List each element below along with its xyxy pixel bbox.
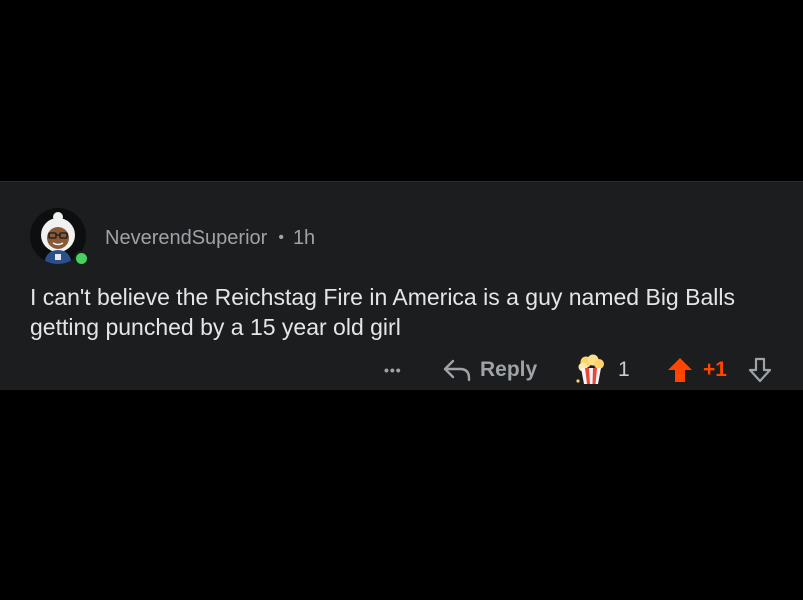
comment-age: 1h xyxy=(292,226,316,249)
username[interactable]: NeverendSuperior xyxy=(105,227,267,250)
meta-separator: • xyxy=(278,229,284,246)
upvote-arrow-icon xyxy=(668,358,692,382)
screen: NeverendSuperior • 1h I can't believe th… xyxy=(0,0,803,600)
reply-label: Reply xyxy=(480,358,538,381)
downvote-arrow-icon xyxy=(748,357,772,383)
comment-meta: NeverendSuperior • 1h xyxy=(105,225,315,251)
popcorn-award-icon xyxy=(576,354,604,384)
vote-score: +1 xyxy=(703,358,727,381)
comment-actions: ••• Reply 1 +1 xyxy=(0,352,803,388)
more-icon: ••• xyxy=(384,362,402,378)
comment-body: I can't believe the Reichstag Fire in Am… xyxy=(30,284,735,340)
more-options-button[interactable]: ••• xyxy=(384,352,402,388)
downvote-button[interactable] xyxy=(746,352,774,388)
online-status-icon xyxy=(74,251,89,266)
award-button[interactable]: 1 xyxy=(574,352,630,388)
reply-arrow-icon xyxy=(443,359,471,382)
comment-card: NeverendSuperior • 1h I can't believe th… xyxy=(0,181,803,390)
upvote-button[interactable] xyxy=(666,352,694,388)
reply-button[interactable]: Reply xyxy=(442,352,537,388)
avatar[interactable] xyxy=(30,208,89,266)
award-count: 1 xyxy=(618,358,630,381)
